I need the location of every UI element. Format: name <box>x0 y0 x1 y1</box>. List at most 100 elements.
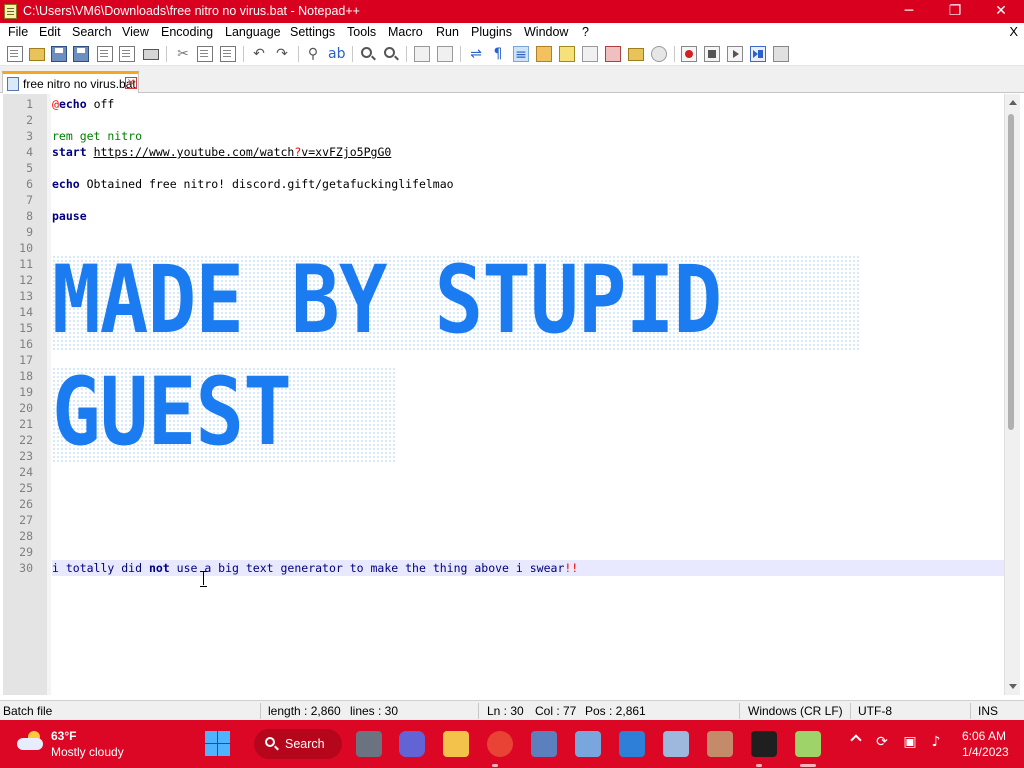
code-line-1[interactable]: @echo off <box>52 97 114 111</box>
menu-file[interactable]: File <box>8 25 28 39</box>
remote-desktop-icon[interactable] <box>663 731 689 757</box>
tab-close-icon[interactable]: × <box>125 77 137 89</box>
find-icon[interactable]: ⚲ <box>305 46 321 62</box>
zoom-in-icon[interactable] <box>361 47 372 58</box>
close-all-icon[interactable] <box>119 46 135 62</box>
code-line-6[interactable]: echo Obtained free nitro! discord.gift/g… <box>52 177 454 191</box>
close-document-button[interactable]: X <box>1009 24 1018 39</box>
redo-icon[interactable]: ↷ <box>274 46 290 62</box>
menu-help[interactable]: ? <box>582 25 589 39</box>
undo-icon[interactable]: ↶ <box>251 46 267 62</box>
terminal-icon[interactable] <box>751 731 777 757</box>
paste-icon[interactable] <box>220 46 236 62</box>
tab-bar: free nitro no virus.bat × <box>0 66 1024 93</box>
tray-overflow-chevron-icon[interactable] <box>850 734 862 746</box>
weather-temperature[interactable]: 63°F <box>51 729 76 743</box>
code-line-30[interactable]: i totally did not use a big text generat… <box>52 561 578 575</box>
menu-edit[interactable]: Edit <box>39 25 61 39</box>
stop-recording-icon[interactable] <box>704 46 720 62</box>
user-language-icon[interactable] <box>536 46 552 62</box>
zoom-out-icon[interactable] <box>384 47 395 58</box>
sync-vertical-icon[interactable] <box>414 46 430 62</box>
show-all-characters-icon[interactable]: ¶ <box>490 46 506 62</box>
notepadpp-app-icon[interactable] <box>4 4 17 19</box>
running-app-indicator <box>756 764 762 767</box>
volume-icon[interactable]: ♪ <box>928 734 944 750</box>
replace-icon[interactable]: ab <box>328 46 345 62</box>
fold-margin[interactable] <box>47 94 51 695</box>
code-line-8[interactable]: pause <box>52 209 87 223</box>
weather-cloudy-icon[interactable] <box>17 731 44 750</box>
record-macro-icon[interactable] <box>681 46 697 62</box>
word-wrap-icon[interactable]: ⇌ <box>468 46 484 62</box>
menu-macro[interactable]: Macro <box>388 25 423 39</box>
menu-encoding[interactable]: Encoding <box>161 25 213 39</box>
windows-start-icon[interactable] <box>204 730 232 758</box>
monitoring-eye-icon[interactable] <box>651 46 667 62</box>
code-area[interactable]: @echo off rem get nitro start https://ww… <box>52 94 1004 695</box>
minimize-button[interactable]: ─ <box>886 0 932 23</box>
menu-search[interactable]: Search <box>72 25 112 39</box>
title-bar: C:\Users\VM6\Downloads\free nitro no vir… <box>0 0 1024 23</box>
playback-macro-icon[interactable] <box>727 46 743 62</box>
exclamation-marks: !! <box>564 561 579 575</box>
paint-icon[interactable] <box>619 731 645 757</box>
cut-icon[interactable]: ✂ <box>175 46 191 62</box>
save-icon[interactable] <box>51 46 67 62</box>
editor[interactable]: 1 2 3 4 5 6 7 8 9 10 11 12 13 14 15 16 1… <box>0 94 1024 695</box>
settings-gear-icon[interactable] <box>531 731 557 757</box>
save-all-icon[interactable] <box>73 46 89 62</box>
line-number: 28 <box>19 529 33 543</box>
status-eol-format[interactable]: Windows (CR LF) <box>748 704 843 718</box>
close-file-icon[interactable] <box>97 46 113 62</box>
chrome-icon[interactable] <box>487 731 513 757</box>
menu-window[interactable]: Window <box>524 25 568 39</box>
menu-tools[interactable]: Tools <box>347 25 376 39</box>
youtube-url-link[interactable]: https://www.youtube.com/watch?v=xvFZjo5P… <box>94 145 392 159</box>
menu-run[interactable]: Run <box>436 25 459 39</box>
notepadpp-taskbar-icon[interactable] <box>795 731 821 757</box>
document-list-icon[interactable] <box>582 46 598 62</box>
scrollbar-thumb[interactable] <box>1008 114 1014 430</box>
code-line-4[interactable]: start https://www.youtube.com/watch?v=xv… <box>52 145 391 159</box>
maximize-button[interactable]: ❐ <box>932 0 978 23</box>
teams-chat-icon[interactable] <box>399 731 425 757</box>
window-title: C:\Users\VM6\Downloads\free nitro no vir… <box>23 4 360 18</box>
function-list-icon[interactable] <box>605 46 621 62</box>
sync-icon[interactable]: ⟳ <box>874 734 890 750</box>
people-icon[interactable] <box>707 731 733 757</box>
notepadpp-window: C:\Users\VM6\Downloads\free nitro no vir… <box>0 0 1024 768</box>
toolbar-separator <box>352 46 353 62</box>
document-map-icon[interactable] <box>559 46 575 62</box>
line-number: 1 <box>26 97 33 111</box>
sync-horizontal-icon[interactable] <box>437 46 453 62</box>
copy-icon[interactable] <box>197 46 213 62</box>
photos-icon[interactable] <box>575 731 601 757</box>
network-icon[interactable]: ▣ <box>902 734 918 750</box>
scroll-up-icon[interactable] <box>1009 100 1017 105</box>
menu-plugins[interactable]: Plugins <box>471 25 512 39</box>
folder-as-workspace-icon[interactable] <box>628 48 644 61</box>
clock-date[interactable]: 1/4/2023 <box>962 745 1009 759</box>
clock-time[interactable]: 6:06 AM <box>962 729 1006 743</box>
taskbar-search-button[interactable]: Search <box>254 729 342 759</box>
close-button[interactable]: ✕ <box>978 0 1024 23</box>
code-line-3[interactable]: rem get nitro <box>52 129 142 143</box>
menu-language[interactable]: Language <box>225 25 281 39</box>
vertical-scrollbar[interactable] <box>1004 94 1020 695</box>
menu-settings[interactable]: Settings <box>290 25 335 39</box>
indent-guide-icon[interactable]: ≡ <box>513 46 529 63</box>
run-macro-multiple-icon[interactable] <box>750 46 766 62</box>
weather-description[interactable]: Mostly cloudy <box>51 745 124 759</box>
save-macro-icon[interactable] <box>773 46 789 62</box>
status-encoding[interactable]: UTF-8 <box>858 704 892 718</box>
task-view-icon[interactable] <box>356 731 382 757</box>
status-insert-mode[interactable]: INS <box>978 704 998 718</box>
file-explorer-icon[interactable] <box>443 731 469 757</box>
print-icon[interactable] <box>143 49 159 60</box>
scroll-down-icon[interactable] <box>1009 684 1017 689</box>
open-file-icon[interactable] <box>29 48 45 61</box>
tab-free-nitro-no-virus[interactable]: free nitro no virus.bat × <box>2 71 139 93</box>
new-file-icon[interactable] <box>7 46 23 62</box>
menu-view[interactable]: View <box>122 25 149 39</box>
